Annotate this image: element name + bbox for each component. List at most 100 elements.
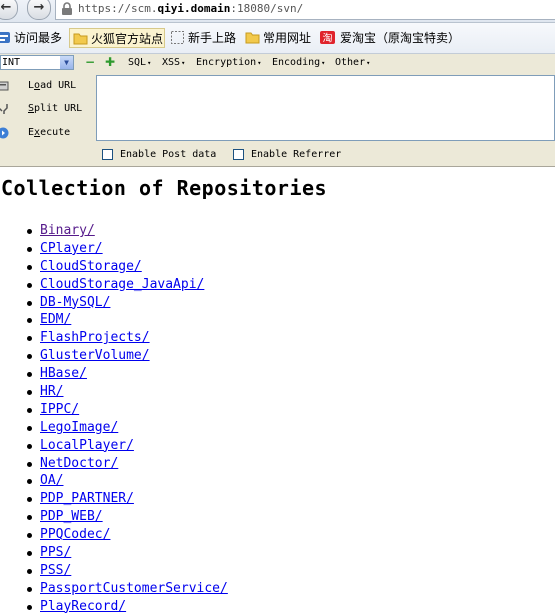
caret-down-icon: ▾ [321, 59, 326, 67]
hackbar-toolbar: INT ▼ − ✚ SQL▾ XSS▾ Encryption▾ Encoding… [0, 54, 555, 167]
split-url-button[interactable]: Split URL [0, 100, 90, 118]
repository-link[interactable]: IPPC/ [40, 402, 79, 417]
menu-encryption[interactable]: Encryption▾ [196, 56, 261, 70]
bullet-icon [27, 246, 32, 252]
repository-link[interactable]: GlusterVolume/ [40, 348, 150, 363]
repository-link[interactable]: PDP_WEB/ [40, 509, 103, 524]
repository-link[interactable]: EDM/ [40, 312, 71, 327]
menu-sql[interactable]: SQL▾ [128, 56, 151, 70]
load-url-label: Load URL [28, 77, 76, 95]
caret-down-icon: ▾ [366, 59, 371, 67]
menu-label: Encoding [272, 57, 321, 68]
repository-link[interactable]: CloudStorage/ [40, 259, 142, 274]
repository-link[interactable]: LocalPlayer/ [40, 438, 134, 453]
list-item: FlashProjects/ [0, 329, 228, 347]
recent-icon [0, 32, 10, 43]
label-text: ecute [40, 127, 71, 138]
repository-link[interactable]: OA/ [40, 473, 63, 488]
url-textarea[interactable] [96, 75, 555, 141]
execute-button[interactable]: Execute [0, 124, 90, 142]
checkbox-box[interactable] [233, 149, 244, 160]
url-text: https://scm.qiyi.domain:18080/svn/ [78, 0, 303, 17]
bookmark-ai-taobao[interactable]: 淘 爱淘宝（原淘宝特卖） [320, 28, 460, 48]
decrement-icon[interactable]: − [85, 55, 95, 69]
menu-other[interactable]: Other▾ [335, 56, 370, 70]
bullet-icon [27, 318, 32, 324]
repository-link[interactable]: DB-MySQL/ [40, 295, 110, 310]
list-item: LegoImage/ [0, 419, 228, 437]
checkbox-box[interactable] [102, 149, 113, 160]
repository-link[interactable]: FlashProjects/ [40, 330, 150, 345]
repository-link[interactable]: PSS/ [40, 563, 71, 578]
bullet-icon [27, 604, 32, 610]
repository-link[interactable]: PDP_PARTNER/ [40, 491, 134, 506]
bookmark-common-sites[interactable]: 常用网址 [245, 28, 317, 48]
repository-link[interactable]: CPlayer/ [40, 241, 103, 256]
repository-link[interactable]: CloudStorage_JavaApi/ [40, 277, 204, 292]
list-item: IPPC/ [0, 401, 228, 419]
bookmark-label: 新手上路 [188, 31, 237, 45]
bookmark-getting-started[interactable]: 新手上路 [170, 28, 242, 48]
checkbox-label: Enable Referrer [251, 149, 342, 160]
repository-link[interactable]: PassportCustomerService/ [40, 581, 228, 596]
list-item: Binary/ [0, 222, 228, 240]
bookmark-firefox-official[interactable]: 火狐官方站点 [69, 28, 165, 48]
bullet-icon [27, 282, 32, 288]
bullet-icon [27, 336, 32, 342]
list-item: NetDoctor/ [0, 455, 228, 473]
label-text: ad URL [40, 80, 77, 91]
split-url-label: Split URL [28, 100, 82, 118]
menu-label: SQL [128, 57, 147, 68]
back-arrow-icon: ← [0, 0, 12, 15]
page-title: Collection of Repositories [1, 176, 328, 200]
repository-link[interactable]: PPS/ [40, 545, 71, 560]
load-url-icon [0, 81, 9, 91]
repository-link[interactable]: PPQCodec/ [40, 527, 110, 542]
svg-text:淘: 淘 [323, 32, 333, 45]
forward-arrow-icon: → [33, 0, 45, 15]
bookmark-label: 访问最多 [14, 31, 63, 45]
repository-link[interactable]: HR/ [40, 384, 63, 399]
bookmarks-toolbar: 访问最多 火狐官方站点 新手上路 常用网址 淘 爱淘宝（原淘宝特卖） [0, 23, 555, 54]
menu-xss[interactable]: XSS▾ [162, 56, 185, 70]
bullet-icon [27, 497, 32, 503]
url-suffix: :18080/svn/ [230, 2, 304, 15]
bullet-icon [27, 443, 32, 449]
repository-link[interactable]: LegoImage/ [40, 420, 118, 435]
bookmark-label: 火狐官方站点 [91, 32, 164, 46]
caret-down-icon: ▾ [257, 59, 262, 67]
caret-down-icon: ▾ [147, 59, 152, 67]
bullet-icon [27, 586, 32, 592]
bookmark-most-visited[interactable]: 访问最多 [0, 28, 66, 48]
menu-label: Encryption [196, 57, 257, 68]
encoding-type-select[interactable]: INT ▼ [0, 55, 74, 70]
load-url-button[interactable]: Load URL [0, 77, 90, 95]
list-item: GlusterVolume/ [0, 347, 228, 365]
bullet-icon [27, 551, 32, 557]
repository-link[interactable]: NetDoctor/ [40, 456, 118, 471]
folder-icon [245, 32, 260, 44]
address-bar[interactable]: https://scm.qiyi.domain:18080/svn/ [55, 0, 555, 20]
bullet-icon [27, 372, 32, 378]
list-item: DB-MySQL/ [0, 294, 228, 312]
repository-link[interactable]: HBase/ [40, 366, 87, 381]
list-item: PSS/ [0, 562, 228, 580]
checkbox-label: Enable Post data [120, 149, 217, 160]
url-domain: qiyi.domain [157, 2, 231, 15]
folder-icon [73, 33, 88, 45]
back-button[interactable]: ← [0, 0, 18, 20]
bullet-icon [27, 407, 32, 413]
increment-icon[interactable]: ✚ [105, 55, 115, 69]
bullet-icon [27, 515, 32, 521]
menu-label: XSS [162, 57, 181, 68]
list-item: PassportCustomerService/ [0, 580, 228, 598]
execute-icon [0, 127, 9, 139]
list-item: CloudStorage/ [0, 258, 228, 276]
forward-button[interactable]: → [27, 0, 51, 20]
menu-encoding[interactable]: Encoding▾ [272, 56, 325, 70]
split-url-icon [0, 104, 8, 114]
lock-icon [62, 2, 72, 15]
repository-link[interactable]: PlayRecord/ [40, 599, 126, 614]
repository-link[interactable]: Binary/ [40, 223, 95, 238]
list-item: EDM/ [0, 311, 228, 329]
